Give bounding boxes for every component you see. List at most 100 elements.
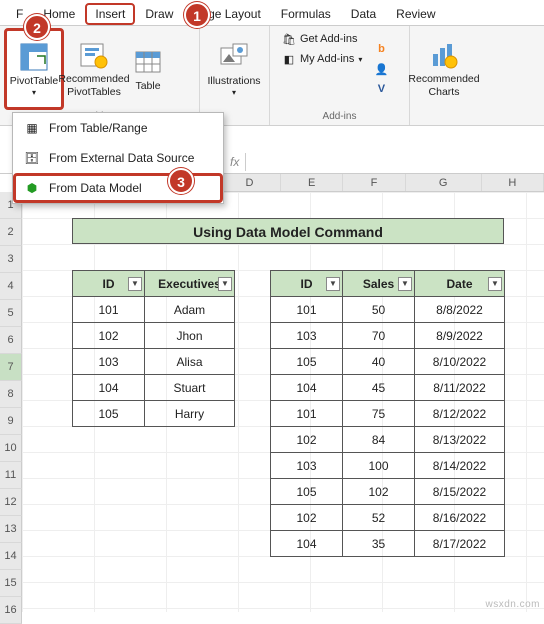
callout-2: 2 xyxy=(24,14,50,40)
menu-from-external-data[interactable]: 🗄 From External Data Source xyxy=(13,143,223,173)
row-header[interactable]: 10 xyxy=(0,435,22,462)
row-headers: 1 2 3 4 5 6 7 8 9 10 11 12 13 14 15 16 xyxy=(0,192,22,624)
recommended-charts-button[interactable]: Recommended Charts xyxy=(414,28,474,110)
table-range-icon: ▦ xyxy=(23,119,41,137)
recommended-pivottables-button[interactable]: Recommended PivotTables xyxy=(64,28,124,110)
ribbon-tabs: F Home Insert Draw Page Layout Formulas … xyxy=(0,0,544,26)
col-sales[interactable]: Sales▼ xyxy=(343,271,415,297)
visio-icon[interactable]: V xyxy=(374,82,388,96)
get-addins-label: Get Add-ins xyxy=(300,33,357,45)
col-id[interactable]: ID▼ xyxy=(73,271,145,297)
ribbon: PivotTable ▾ Recommended PivotTables Tab… xyxy=(0,26,544,126)
row-header[interactable]: 11 xyxy=(0,462,22,489)
col-header[interactable]: H xyxy=(482,174,544,191)
col-date[interactable]: Date▼ xyxy=(415,271,505,297)
table-row: 1031008/14/2022 xyxy=(271,453,505,479)
row-header[interactable]: 15 xyxy=(0,570,22,597)
row-header[interactable]: 5 xyxy=(0,300,22,327)
recommended-charts-label: Recommended Charts xyxy=(408,73,479,98)
table-row: 102Jhon xyxy=(73,323,235,349)
table-row: 1051028/15/2022 xyxy=(271,479,505,505)
row-header[interactable]: 9 xyxy=(0,408,22,435)
callout-3: 3 xyxy=(168,168,194,194)
tab-draw[interactable]: Draw xyxy=(135,3,183,25)
my-addins-label: My Add-ins xyxy=(300,53,354,65)
pivottable-icon xyxy=(18,41,50,73)
chevron-down-icon: ▾ xyxy=(32,88,36,98)
table-icon xyxy=(132,46,164,78)
external-data-icon: 🗄 xyxy=(23,149,41,167)
addins-icon: ◧ xyxy=(282,52,296,66)
row-header[interactable]: 2 xyxy=(0,219,22,246)
recommended-pivot-label: Recommended PivotTables xyxy=(58,73,129,98)
col-header[interactable]: F xyxy=(343,174,405,191)
table-row: 101508/8/2022 xyxy=(271,297,505,323)
formula-input[interactable] xyxy=(245,153,544,171)
tab-data[interactable]: Data xyxy=(341,3,386,25)
bing-icon[interactable]: b xyxy=(374,42,388,56)
addins-group-label: Add-ins xyxy=(274,110,405,123)
row-header[interactable]: 14 xyxy=(0,543,22,570)
menu-label: From External Data Source xyxy=(49,151,194,165)
illustrations-icon xyxy=(218,41,250,73)
pivottable-button[interactable]: PivotTable ▾ xyxy=(4,28,64,110)
row-header[interactable]: 16 xyxy=(0,597,22,624)
pivottable-dropdown: ▦ From Table/Range 🗄 From External Data … xyxy=(12,112,224,204)
col-header[interactable]: D xyxy=(219,174,281,191)
col-header[interactable]: E xyxy=(281,174,343,191)
tab-insert[interactable]: Insert xyxy=(85,3,135,25)
sales-table: ID▼ Sales▼ Date▼ 101508/8/2022 103708/9/… xyxy=(270,270,505,557)
table-row: 102848/13/2022 xyxy=(271,427,505,453)
table-row: 102528/16/2022 xyxy=(271,505,505,531)
illustrations-button[interactable]: Illustrations ▾ xyxy=(204,28,264,110)
menu-label: From Data Model xyxy=(49,181,142,195)
people-graph-icon[interactable]: 👤 xyxy=(374,62,388,76)
filter-icon[interactable]: ▼ xyxy=(326,277,340,291)
store-icon: 🛍 xyxy=(282,32,296,46)
col-id[interactable]: ID▼ xyxy=(271,271,343,297)
table-row: 101Adam xyxy=(73,297,235,323)
col-header[interactable]: G xyxy=(406,174,482,191)
table-label: Table xyxy=(135,80,160,93)
get-addins-button[interactable]: 🛍 Get Add-ins xyxy=(278,30,366,48)
watermark: wsxdn.com xyxy=(485,599,540,610)
row-header[interactable]: 4 xyxy=(0,273,22,300)
tab-review[interactable]: Review xyxy=(386,3,445,25)
sheet-title: Using Data Model Command xyxy=(72,218,504,244)
row-header[interactable]: 3 xyxy=(0,246,22,273)
filter-icon[interactable]: ▼ xyxy=(488,277,502,291)
charts-icon xyxy=(428,39,460,71)
table-row: 104358/17/2022 xyxy=(271,531,505,557)
filter-icon[interactable]: ▼ xyxy=(218,277,232,291)
menu-label: From Table/Range xyxy=(49,121,148,135)
worksheet[interactable]: 1 2 3 4 5 6 7 8 9 10 11 12 13 14 15 16 U… xyxy=(0,192,544,612)
table-row: 105Harry xyxy=(73,401,235,427)
table-row: 104Stuart xyxy=(73,375,235,401)
row-header[interactable]: 12 xyxy=(0,489,22,516)
illustrations-label: Illustrations xyxy=(207,75,260,88)
data-model-icon: ⬢ xyxy=(23,179,41,197)
table-row: 103708/9/2022 xyxy=(271,323,505,349)
table-row: 104458/11/2022 xyxy=(271,375,505,401)
recommended-pivot-icon xyxy=(78,39,110,71)
filter-icon[interactable]: ▼ xyxy=(128,277,142,291)
table-row: 101758/12/2022 xyxy=(271,401,505,427)
executives-table: ID▼ Executives▼ 101Adam 102Jhon 103Alisa… xyxy=(72,270,235,427)
row-header[interactable]: 8 xyxy=(0,381,22,408)
my-addins-button[interactable]: ◧ My Add-ins ▾ xyxy=(278,50,366,68)
menu-from-table-range[interactable]: ▦ From Table/Range xyxy=(13,113,223,143)
fx-label[interactable]: fx xyxy=(230,155,239,169)
chevron-down-icon: ▾ xyxy=(358,55,362,64)
col-executives[interactable]: Executives▼ xyxy=(145,271,235,297)
row-header[interactable]: 13 xyxy=(0,516,22,543)
filter-icon[interactable]: ▼ xyxy=(398,277,412,291)
row-header[interactable]: 6 xyxy=(0,327,22,354)
row-header[interactable]: 7 xyxy=(0,354,22,381)
table-row: 103Alisa xyxy=(73,349,235,375)
pivottable-label: PivotTable xyxy=(10,75,58,88)
table-row: 105408/10/2022 xyxy=(271,349,505,375)
table-button[interactable]: Table xyxy=(124,28,172,110)
chevron-down-icon: ▾ xyxy=(232,88,236,98)
tab-formulas[interactable]: Formulas xyxy=(271,3,341,25)
callout-1: 1 xyxy=(184,2,210,28)
